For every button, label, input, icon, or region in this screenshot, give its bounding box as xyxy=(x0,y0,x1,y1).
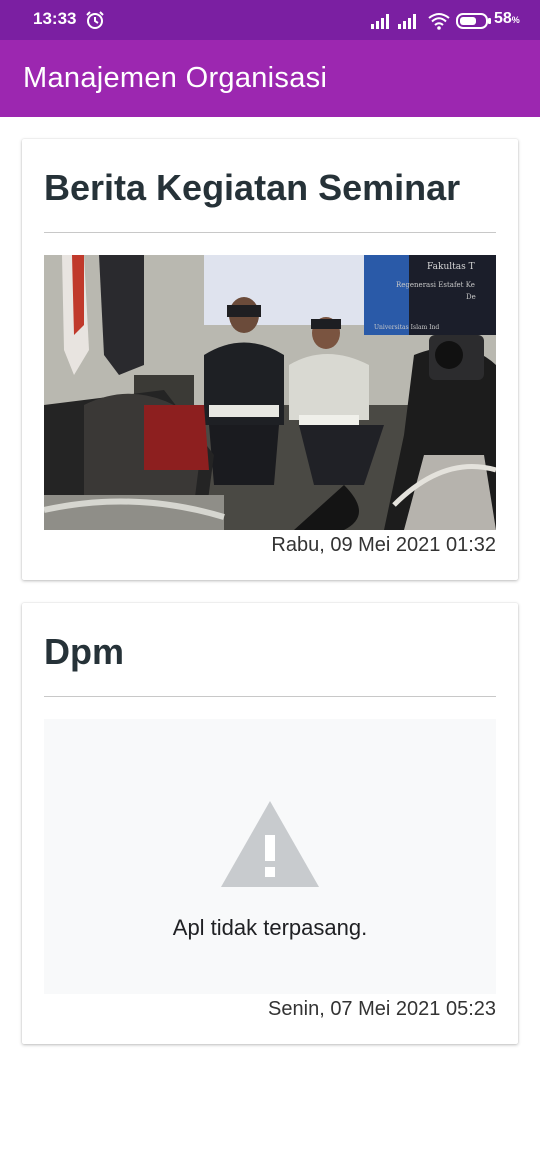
battery-icon xyxy=(456,13,491,29)
status-time: 13:33 xyxy=(33,9,77,28)
warning-icon xyxy=(221,801,319,887)
signal-icon xyxy=(371,14,389,29)
banner-text-2: Regenerasi Estafet Ke xyxy=(396,281,475,289)
embed-error-box: Apl tidak terpasang. xyxy=(44,719,496,994)
app-bar: Manajemen Organisasi xyxy=(0,40,540,117)
card-title: Berita Kegiatan Seminar xyxy=(44,167,461,208)
card-date: Rabu, 09 Mei 2021 01:32 xyxy=(271,534,496,556)
battery-percent: 58% xyxy=(494,10,520,27)
app-title: Manajemen Organisasi xyxy=(23,62,328,94)
news-photo[interactable]: Fakultas T Regenerasi Estafet Ke De Univ… xyxy=(44,255,496,530)
news-card[interactable]: Dpm Apl tidak terpasang. Senin, 07 Mei 2… xyxy=(22,603,518,1044)
seminar-photo-image: Fakultas T Regenerasi Estafet Ke De Univ… xyxy=(44,255,496,530)
error-message: Apl tidak terpasang. xyxy=(172,915,368,940)
status-bar: 13:33 58% xyxy=(0,0,540,40)
banner-text-4: Universitas Islam Ind xyxy=(374,324,439,331)
card-title: Dpm xyxy=(44,631,124,672)
card-divider xyxy=(44,696,496,697)
banner-text-1: Fakultas T xyxy=(427,262,475,272)
signal-icon xyxy=(398,14,416,29)
banner-text-3: De xyxy=(466,293,476,301)
alarm-icon xyxy=(86,11,104,29)
wifi-icon xyxy=(428,13,450,30)
card-date: Senin, 07 Mei 2021 05:23 xyxy=(268,998,496,1020)
card-divider xyxy=(44,232,496,233)
news-card[interactable]: Berita Kegiatan Seminar Fakultas T Regen… xyxy=(22,139,518,580)
